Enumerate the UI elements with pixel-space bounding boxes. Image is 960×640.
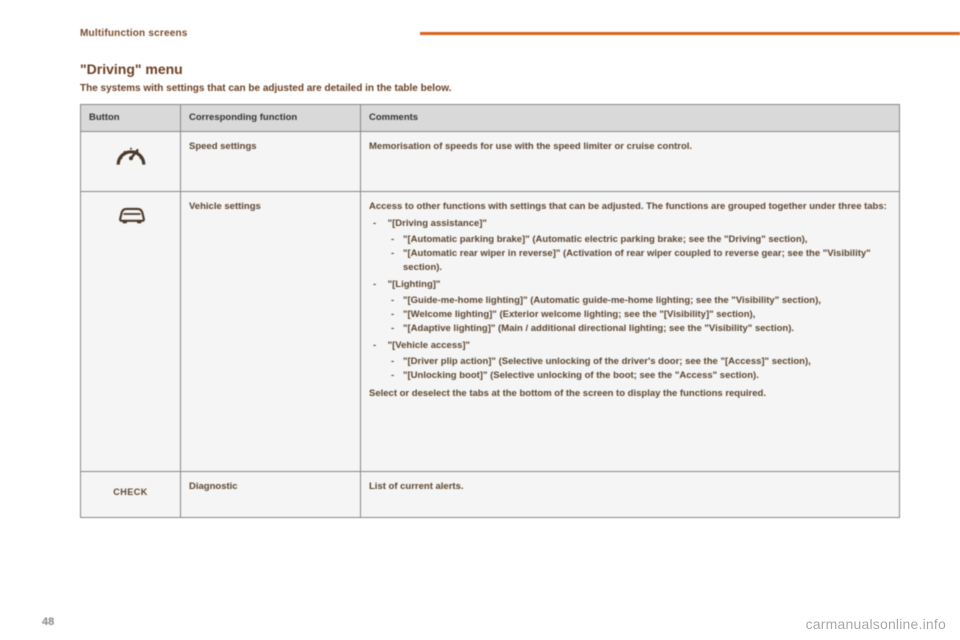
function-cell: Vehicle settings: [181, 191, 361, 471]
watermark: carmanualsonline.info: [806, 616, 946, 632]
sub-item: "[Adaptive lighting]" (Main / additional…: [403, 322, 891, 336]
tab-sublist: "[Guide-me-home lighting]" (Automatic gu…: [385, 294, 891, 335]
speedometer-icon: [115, 142, 147, 168]
tab-sublist: "[Driver plip action]" (Selective unlock…: [385, 355, 891, 383]
intro-text: The systems with settings that can be ad…: [80, 83, 900, 94]
table-header-row: Button Corresponding function Comments: [81, 105, 900, 132]
table-row: Vehicle settings Access to other functio…: [81, 191, 900, 471]
sub-item: "[Unlocking boot]" (Selective unlocking …: [403, 369, 891, 383]
function-cell: Diagnostic: [181, 471, 361, 518]
th-comments: Comments: [361, 105, 900, 132]
th-function: Corresponding function: [181, 105, 361, 132]
manual-page: Multifunction screens "Driving" menu The…: [0, 0, 960, 640]
driving-menu-table: Button Corresponding function Comments: [80, 104, 900, 518]
comments-cell: Memorisation of speeds for use with the …: [361, 131, 900, 191]
table-row: CHECK Diagnostic List of current alerts.: [81, 471, 900, 518]
sub-item: "[Driver plip action]" (Selective unlock…: [403, 355, 891, 369]
tab-label: "[Driving assistance]": [388, 218, 487, 229]
tab-sublist: "[Automatic parking brake]" (Automatic e…: [385, 233, 891, 274]
tab-item: "[Lighting]" "[Guide-me-home lighting]" …: [385, 278, 891, 335]
tabs-list: "[Driving assistance]" "[Automatic parki…: [369, 217, 891, 382]
sub-item: "[Automatic parking brake]" (Automatic e…: [403, 233, 891, 247]
sub-item: "[Guide-me-home lighting]" (Automatic gu…: [403, 294, 891, 308]
button-cell: [81, 131, 181, 191]
car-icon: [115, 202, 147, 228]
comments-intro: Access to other functions with settings …: [369, 201, 887, 212]
sub-item: "[Automatic rear wiper in reverse]" (Act…: [403, 247, 891, 275]
th-button: Button: [81, 105, 181, 132]
page-heading: "Driving" menu: [80, 61, 900, 77]
orange-accent-bar: [420, 32, 960, 35]
comments-cell: Access to other functions with settings …: [361, 191, 900, 471]
sub-item: "[Welcome lighting]" (Exterior welcome l…: [403, 308, 891, 322]
button-cell: CHECK: [81, 471, 181, 518]
page-number: 48: [42, 616, 54, 628]
check-icon: CHECK: [113, 482, 148, 499]
comments-outro: Select or deselect the tabs at the botto…: [369, 388, 766, 399]
tab-item: "[Vehicle access]" "[Driver plip action]…: [385, 339, 891, 382]
tab-item: "[Driving assistance]" "[Automatic parki…: [385, 217, 891, 274]
comments-cell: List of current alerts.: [361, 471, 900, 518]
tab-label: "[Vehicle access]": [388, 340, 470, 351]
tab-label: "[Lighting]": [388, 279, 441, 290]
function-cell: Speed settings: [181, 131, 361, 191]
button-cell: [81, 191, 181, 471]
table-row: Speed settings Memorisation of speeds fo…: [81, 131, 900, 191]
